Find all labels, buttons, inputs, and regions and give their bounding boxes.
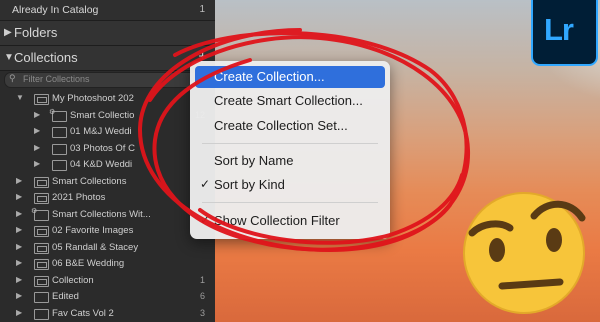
disclosure-triangle-icon[interactable]: ▶: [16, 209, 22, 218]
collection-icon: [34, 292, 49, 303]
menu-item-label: Sort by Kind: [214, 177, 285, 192]
disclosure-triangle-icon[interactable]: ▶: [16, 275, 22, 284]
tree-item-label: Collection: [52, 274, 94, 286]
disclosure-triangle-icon[interactable]: ▶: [16, 291, 22, 300]
raised-eyebrow-emoji: [463, 192, 586, 314]
check-icon: ✓: [200, 177, 211, 191]
collection-icon: [52, 143, 67, 155]
menu-item-label: Sort by Name: [214, 153, 294, 168]
collections-panel: Already In Catalog 1 ▶ Folders ▼ Collect…: [0, 0, 215, 322]
menu-item-label: Show Collection Filter: [214, 213, 340, 228]
already-in-catalog-count: 1: [199, 4, 205, 15]
filter-placeholder: Filter Collections: [23, 74, 90, 84]
smart-collection-icon: [49, 108, 67, 122]
tree-item-count: 1: [199, 274, 205, 285]
check-icon: ✓: [200, 213, 211, 227]
tree-item-label: Smart Collectio: [70, 109, 135, 121]
collection-set-icon: [34, 193, 49, 204]
tree-item-label: 05 Randall & Stacey: [52, 241, 139, 253]
lightroom-logo-text: Lr: [544, 12, 574, 47]
smart-collection-icon: [31, 207, 49, 221]
tree-item-label: My Photoshoot 202: [52, 93, 134, 104]
tree-item[interactable]: ▶ 2021 Photos: [0, 190, 215, 206]
tree-item-count: 6: [199, 291, 205, 301]
tree-item[interactable]: ▼ My Photoshoot 202: [0, 91, 215, 107]
tree-item[interactable]: ▶ 05 Randall & Stacey: [0, 240, 215, 256]
tree-item-label: Fav Cats Vol 2: [52, 307, 114, 319]
folders-label: Folders: [14, 25, 58, 40]
menu-item-label: Create Collection Set...: [214, 118, 348, 133]
collection-icon: [52, 160, 67, 171]
disclosure-triangle-icon[interactable]: ▶: [34, 110, 40, 119]
tree-item[interactable]: ▶ 01 M&J Weddi: [0, 124, 215, 140]
collection-set-icon: [34, 275, 49, 287]
menu-item-sort-by-kind[interactable]: ✓ Sort by Kind: [195, 174, 385, 196]
filter-collections-input[interactable]: ⚲ Filter Collections: [4, 72, 212, 88]
disclosure-triangle-icon[interactable]: ▶: [16, 258, 22, 267]
tree-item[interactable]: ▶ 03 Photos Of C: [0, 141, 215, 157]
menu-item-label: Create Smart Collection...: [214, 93, 363, 108]
collections-section-header[interactable]: ▼ Collections +: [0, 46, 215, 71]
disclosure-triangle-icon[interactable]: ▶: [34, 159, 40, 168]
already-in-catalog-row[interactable]: Already In Catalog 1: [0, 0, 215, 21]
context-menu: Create Collection... Create Smart Collec…: [190, 61, 390, 239]
menu-item-label: Create Collection...: [214, 69, 325, 84]
folders-section-header[interactable]: ▶ Folders: [0, 21, 215, 46]
disclosure-triangle-icon[interactable]: ▶: [34, 126, 40, 135]
collection-icon: [52, 127, 67, 138]
disclosure-triangle-icon[interactable]: ▶: [16, 225, 22, 234]
collection-set-icon: [34, 176, 49, 188]
disclosure-triangle-icon[interactable]: ▶: [16, 192, 22, 201]
expand-triangle-icon[interactable]: ▼: [4, 52, 14, 63]
already-in-catalog-label: Already In Catalog: [12, 4, 99, 16]
tree-item-label: Smart Collections: [52, 175, 127, 187]
menu-separator: [202, 143, 378, 144]
tree-item[interactable]: ▶ Smart Collections: [0, 174, 215, 190]
tree-item-label: Smart Collections Wit...: [52, 208, 151, 220]
tree-item[interactable]: ▶ Edited 6: [0, 289, 215, 305]
disclosure-triangle-icon[interactable]: ▶: [16, 176, 22, 185]
tree-item[interactable]: ▶ Collection 1: [0, 273, 215, 289]
collection-icon: [34, 308, 49, 320]
tree-item-count: 3: [199, 307, 205, 318]
tree-item-label: 01 M&J Weddi: [70, 126, 132, 137]
menu-item-show-collection-filter[interactable]: ✓ Show Collection Filter: [195, 210, 385, 232]
tree-item[interactable]: ▶ 06 B&E Wedding: [0, 256, 215, 272]
tree-item-label: 02 Favorite Images: [52, 225, 134, 236]
tree-item-label: 06 B&E Wedding: [52, 258, 125, 269]
lightroom-logo: Lr: [531, 0, 598, 66]
tree-item-label: 03 Photos Of C: [70, 142, 135, 154]
tree-item-label: 04 K&D Weddi: [70, 159, 133, 170]
collections-label: Collections: [14, 50, 78, 65]
disclosure-triangle-icon[interactable]: ▶: [34, 143, 40, 152]
menu-item-create-collection-set[interactable]: Create Collection Set...: [195, 115, 385, 137]
collection-set-icon: [34, 242, 49, 254]
tree-item[interactable]: ▶ Fav Cats Vol 2 3: [0, 306, 215, 322]
tree-item[interactable]: ▶ 04 K&D Weddi: [0, 157, 215, 173]
menu-item-create-smart-collection[interactable]: Create Smart Collection...: [195, 90, 385, 112]
tree-item-label: 2021 Photos: [52, 192, 106, 203]
menu-item-sort-by-name[interactable]: Sort by Name: [195, 150, 385, 172]
tree-item[interactable]: ▶ 02 Favorite Images: [0, 223, 215, 239]
collection-set-icon: [34, 259, 49, 270]
collection-set-icon: [34, 226, 49, 237]
tree-item-label: Edited: [52, 291, 79, 302]
disclosure-triangle-icon[interactable]: ▶: [16, 308, 22, 317]
tree-item[interactable]: ▶Smart Collectio12: [0, 108, 215, 124]
menu-item-create-collection[interactable]: Create Collection...: [195, 66, 385, 88]
menu-separator: [202, 202, 378, 203]
disclosure-triangle-icon[interactable]: ▼: [16, 93, 24, 102]
disclosure-triangle-icon[interactable]: ▶: [16, 242, 22, 251]
collapse-triangle-icon[interactable]: ▶: [4, 27, 12, 38]
tree-item[interactable]: ▶ Smart Collections Wit...: [0, 207, 215, 223]
search-icon: ⚲: [9, 73, 16, 83]
collection-set-icon: [34, 94, 49, 105]
